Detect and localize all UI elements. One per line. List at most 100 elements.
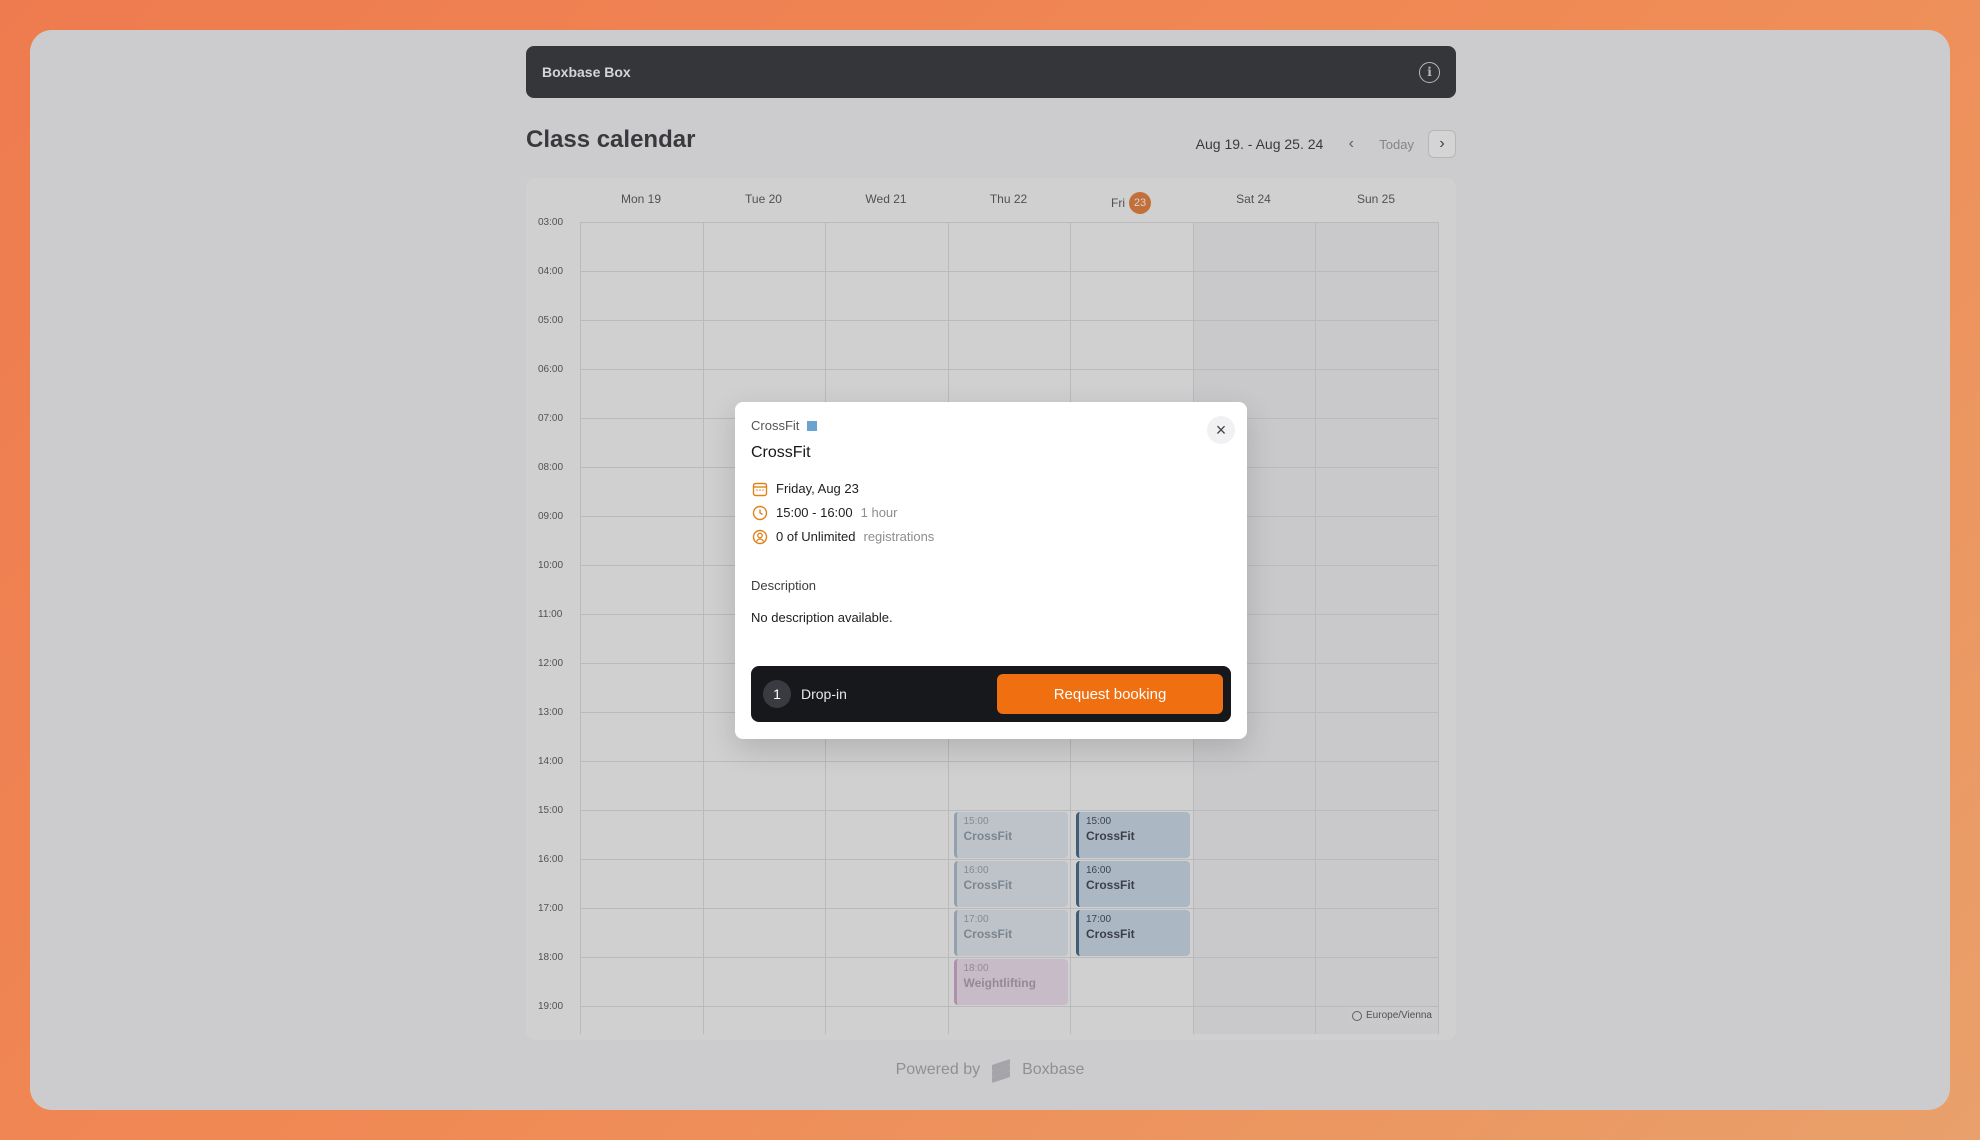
booking-bar: 1 Drop-in Request booking <box>751 666 1231 722</box>
date-range-nav: Aug 19. - Aug 25. 24 ‹ Today › <box>1196 130 1456 158</box>
time-label: 14:00 <box>538 756 564 767</box>
day-divider <box>1315 222 1316 1034</box>
time-label: 11:00 <box>538 609 563 620</box>
category-label: CrossFit <box>751 418 800 433</box>
class-event[interactable]: 16:00 CrossFit <box>1076 861 1190 907</box>
event-title: CrossFit <box>1086 927 1135 941</box>
day-header: Thu 22 <box>948 192 1070 206</box>
date-range-label: Aug 19. - Aug 25. 24 <box>1195 136 1324 152</box>
class-event[interactable]: 15:00 CrossFit <box>1076 812 1190 858</box>
hour-line <box>580 957 1438 958</box>
event-time: 16:00 <box>963 865 989 876</box>
time-label: 04:00 <box>538 266 564 277</box>
modal-category: CrossFit <box>751 418 818 433</box>
powered-by-label: Powered by <box>895 1061 981 1078</box>
timezone-label: Europe/Vienna <box>1366 1010 1432 1021</box>
hour-line <box>580 222 1438 223</box>
time-label: 12:00 <box>538 658 564 669</box>
modal-capacity-suffix: registrations <box>863 529 935 544</box>
clock-icon <box>751 504 768 521</box>
time-label: 15:00 <box>538 805 564 816</box>
modal-capacity: 0 of Unlimited <box>776 529 856 544</box>
event-title: CrossFit <box>1086 829 1135 843</box>
day-header: Tue 20 <box>703 192 825 206</box>
time-label: 06:00 <box>538 364 564 375</box>
event-title: CrossFit <box>963 927 1013 941</box>
day-name: Thu 22 <box>989 192 1028 206</box>
day-header: Sat 24 <box>1193 192 1315 206</box>
hour-line <box>580 369 1438 370</box>
event-title: CrossFit <box>963 878 1013 892</box>
modal-capacity-row: 0 of Unlimited registrations <box>751 528 934 545</box>
description-text: No description available. <box>751 610 893 625</box>
next-week-button[interactable]: › <box>1428 130 1456 158</box>
hour-line <box>580 320 1438 321</box>
time-label: 07:00 <box>538 413 564 424</box>
class-event[interactable]: 18:00 Weightlifting <box>953 959 1068 1005</box>
app-frame: Boxbase Box i Class calendar Aug 19. - A… <box>30 30 1950 1110</box>
info-icon[interactable]: i <box>1419 61 1440 83</box>
event-time: 15:00 <box>963 816 989 827</box>
prev-week-button[interactable]: ‹ <box>1337 130 1365 158</box>
time-label: 05:00 <box>538 315 564 326</box>
time-label: 03:00 <box>538 217 564 228</box>
event-time: 16:00 <box>1086 865 1112 876</box>
modal-title: CrossFit <box>751 444 811 461</box>
request-booking-button[interactable]: Request booking <box>997 674 1223 714</box>
day-name: Fri <box>1111 196 1125 210</box>
day-divider <box>580 222 581 1034</box>
boxbase-logo-icon <box>990 1059 1012 1083</box>
day-header: Fri 23 <box>1070 192 1192 214</box>
hour-line <box>580 761 1438 762</box>
event-title: Weightlifting <box>963 976 1036 990</box>
modal-date: Friday, Aug 23 <box>776 481 859 496</box>
day-name: Mon 19 <box>620 192 662 206</box>
description-heading: Description <box>751 578 817 593</box>
event-title: CrossFit <box>963 829 1013 843</box>
app-title: Boxbase Box <box>542 64 631 80</box>
page-title: Class calendar <box>526 126 696 153</box>
time-label: 16:00 <box>538 854 564 865</box>
day-name: Sun 25 <box>1356 192 1396 206</box>
footer-brand[interactable]: Boxbase <box>1022 1061 1084 1079</box>
event-time: 17:00 <box>1086 914 1112 925</box>
ticket-type: Drop-in <box>801 686 847 702</box>
class-event[interactable]: 15:00 CrossFit <box>953 812 1068 858</box>
time-label: 13:00 <box>538 707 564 718</box>
footer: Powered by Boxbase <box>30 1059 1950 1083</box>
category-color-swatch <box>807 420 818 431</box>
modal-time: 15:00 - 16:00 <box>776 505 853 520</box>
class-event[interactable]: 17:00 CrossFit <box>1076 910 1190 956</box>
calendar-icon <box>751 480 768 497</box>
today-badge: 23 <box>1129 192 1151 214</box>
day-name: Wed 21 <box>865 192 907 206</box>
user-icon <box>751 528 768 545</box>
modal-duration: 1 hour <box>860 505 898 520</box>
time-label: 08:00 <box>538 462 564 473</box>
weekend-column <box>1315 222 1438 1034</box>
timezone-badge: Europe/Vienna <box>1346 1007 1438 1024</box>
day-header: Wed 21 <box>825 192 947 206</box>
time-label: 18:00 <box>538 952 564 963</box>
time-label: 09:00 <box>538 511 564 522</box>
event-time: 15:00 <box>1086 816 1112 827</box>
hour-line <box>580 271 1438 272</box>
event-time: 17:00 <box>963 914 989 925</box>
day-name: Tue 20 <box>745 192 782 206</box>
time-label: 10:00 <box>538 560 564 571</box>
modal-date-row: Friday, Aug 23 <box>751 480 859 497</box>
hour-line <box>580 859 1438 860</box>
event-time: 18:00 <box>963 963 989 974</box>
hour-line <box>580 810 1438 811</box>
today-button[interactable]: Today <box>1373 137 1420 152</box>
top-bar: Boxbase Box i <box>526 46 1456 98</box>
time-label: 17:00 <box>538 903 564 914</box>
class-event[interactable]: 16:00 CrossFit <box>953 861 1068 907</box>
hour-line <box>580 1006 1438 1007</box>
ticket-count: 1 <box>763 680 791 708</box>
day-header: Sun 25 <box>1315 192 1437 206</box>
class-event[interactable]: 17:00 CrossFit <box>953 910 1068 956</box>
close-button[interactable]: × <box>1207 416 1235 444</box>
time-label: 19:00 <box>538 1001 564 1012</box>
day-divider <box>1437 222 1439 1034</box>
